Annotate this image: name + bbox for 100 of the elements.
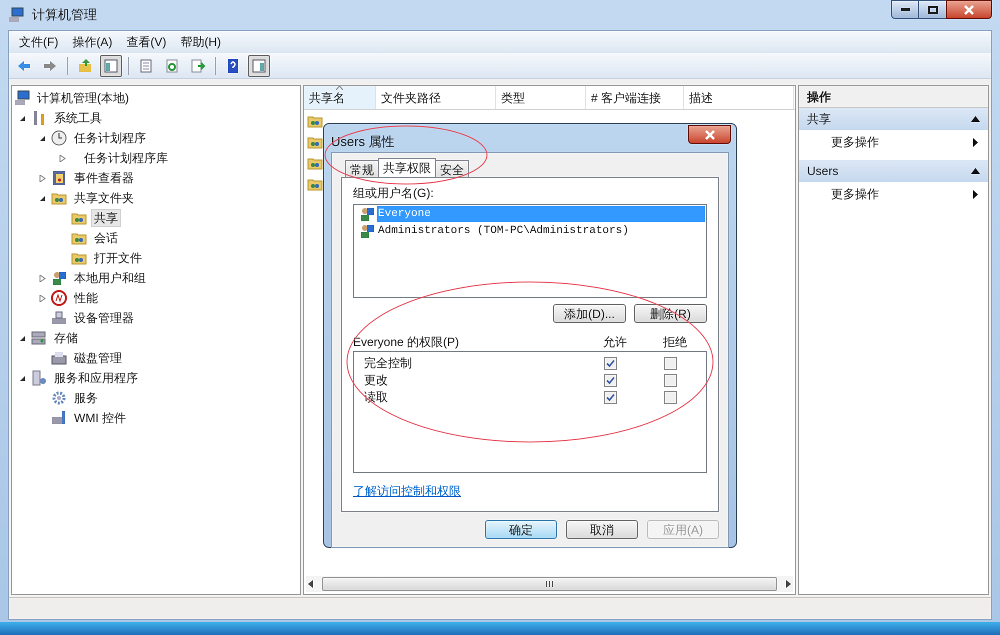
group-label: 组或用户名(G): — [353, 184, 435, 202]
export-icon — [190, 58, 206, 74]
tree-item[interactable]: 本地用户和组 — [71, 269, 149, 287]
storage-icon — [31, 330, 47, 346]
permission-name: 完全控制 — [364, 355, 413, 372]
expanded-arrow-icon[interactable] — [39, 194, 46, 202]
tree-item[interactable]: 性能 — [71, 289, 101, 307]
expanded-arrow-icon[interactable] — [39, 134, 46, 142]
users-icon — [359, 206, 375, 222]
add-button[interactable]: 添加(D)... — [553, 304, 626, 322]
column-label: # 客户端连接 — [591, 90, 662, 106]
clock-icon — [51, 130, 67, 146]
tree-item[interactable]: WMI 控件 — [71, 409, 129, 427]
collapse-arrow-icon — [971, 168, 980, 174]
toolbar-button[interactable] — [100, 54, 122, 76]
close-icon — [704, 130, 716, 140]
remove-button[interactable]: 删除(R) — [634, 304, 707, 322]
scroll-right-icon[interactable] — [783, 580, 793, 588]
minimize-button[interactable] — [891, 0, 919, 19]
scroll-left-icon[interactable] — [306, 580, 316, 588]
checkbox[interactable] — [604, 374, 617, 386]
checkbox[interactable] — [664, 390, 677, 404]
tree-item[interactable]: 设备管理器 — [71, 309, 137, 327]
checkbox[interactable] — [604, 356, 617, 370]
tree-item[interactable]: 存储 — [51, 329, 81, 347]
wmi-icon — [51, 410, 67, 426]
event-icon — [51, 170, 67, 186]
tree-item[interactable]: 磁盘管理 — [71, 349, 125, 367]
principal-list[interactable]: Everyone Administrators (TOM-PC\Administrators) — [353, 204, 707, 298]
props-icon — [138, 58, 154, 74]
tree-item[interactable]: 任务计划程序库 — [81, 149, 171, 167]
menu-item[interactable]: 文件(F) — [13, 33, 64, 51]
principal-item[interactable]: Administrators (TOM-PC\Administrators) — [377, 222, 630, 240]
help-icon — [225, 58, 241, 74]
action-item[interactable]: 更多操作 — [799, 130, 988, 154]
action-item[interactable]: 更多操作 — [799, 182, 988, 206]
tree-item[interactable]: 服务 — [71, 389, 101, 407]
tab[interactable]: 共享权限 — [378, 158, 436, 176]
close-icon — [963, 4, 975, 14]
column-label: 描述 — [689, 90, 713, 106]
disk-icon — [51, 350, 67, 366]
menu-item[interactable]: 查看(V) — [120, 33, 172, 51]
checkbox[interactable] — [604, 390, 617, 404]
server-icon — [31, 370, 47, 386]
tree-item[interactable]: 系统工具 — [51, 109, 105, 127]
collapsed-arrow-icon[interactable] — [59, 154, 66, 162]
permissions-label: Everyone 的权限(P) — [353, 334, 460, 350]
collapsed-arrow-icon[interactable] — [39, 174, 46, 182]
tab[interactable]: 安全 — [435, 160, 469, 176]
maximize-button[interactable] — [919, 0, 946, 19]
tree-item[interactable]: 共享文件夹 — [71, 189, 137, 207]
tree-item[interactable]: 共享 — [91, 209, 121, 227]
window-title: 计算机管理 — [32, 6, 97, 24]
expanded-arrow-icon[interactable] — [19, 114, 26, 122]
dialog-title: Users 属性 — [331, 133, 395, 151]
refresh-icon — [164, 58, 180, 74]
users-icon — [359, 223, 375, 239]
gear-icon — [51, 390, 67, 406]
tab[interactable]: 常规 — [345, 160, 379, 176]
computer-icon — [14, 90, 30, 106]
allow-label: 允许 — [603, 334, 628, 350]
column-label: 共享名 — [309, 90, 345, 106]
tools-icon — [31, 110, 47, 126]
column-label: 文件夹路径 — [381, 90, 441, 106]
tree-item[interactable]: 计算机管理(本地) — [34, 89, 132, 107]
help-link[interactable]: 了解访问控制和权限 — [353, 484, 461, 498]
close-button[interactable] — [946, 0, 992, 19]
expanded-arrow-icon[interactable] — [19, 334, 26, 342]
column-label: 类型 — [501, 90, 525, 106]
section-header[interactable]: Users — [799, 160, 988, 182]
up-icon — [77, 58, 93, 74]
menu-item[interactable]: 帮助(H) — [174, 33, 227, 51]
cancel-button[interactable]: 取消 — [566, 520, 638, 538]
checkbox[interactable] — [664, 374, 677, 386]
permission-name: 读取 — [364, 389, 389, 406]
users-icon — [51, 270, 67, 286]
section-header[interactable]: 共享 — [799, 108, 988, 130]
checkbox[interactable] — [664, 356, 677, 370]
tree-item[interactable]: 会话 — [91, 229, 121, 247]
submenu-arrow-icon — [973, 190, 978, 198]
close-button[interactable] — [688, 125, 731, 144]
tree-item[interactable]: 服务和应用程序 — [51, 369, 141, 387]
scrollbar-thumb[interactable] — [322, 577, 777, 591]
pane-icon — [251, 58, 267, 74]
tree-item[interactable]: 事件查看器 — [71, 169, 137, 187]
ok-button[interactable]: 确定 — [485, 520, 557, 538]
permission-name: 更改 — [364, 372, 389, 389]
column-header[interactable]: 共享名 — [304, 86, 376, 109]
toolbar-button[interactable] — [248, 54, 270, 76]
deny-label: 拒绝 — [663, 334, 688, 350]
collapsed-arrow-icon[interactable] — [39, 274, 46, 282]
actions-title: 操作 — [799, 86, 988, 108]
menu-item[interactable]: 操作(A) — [66, 33, 118, 51]
device-icon — [51, 310, 67, 326]
tree-item[interactable]: 任务计划程序 — [71, 129, 149, 147]
expanded-arrow-icon[interactable] — [19, 374, 26, 382]
horizontal-scrollbar[interactable] — [306, 576, 793, 592]
tree-item[interactable]: 打开文件 — [91, 249, 145, 267]
computer-icon — [8, 7, 24, 23]
collapsed-arrow-icon[interactable] — [39, 294, 46, 302]
